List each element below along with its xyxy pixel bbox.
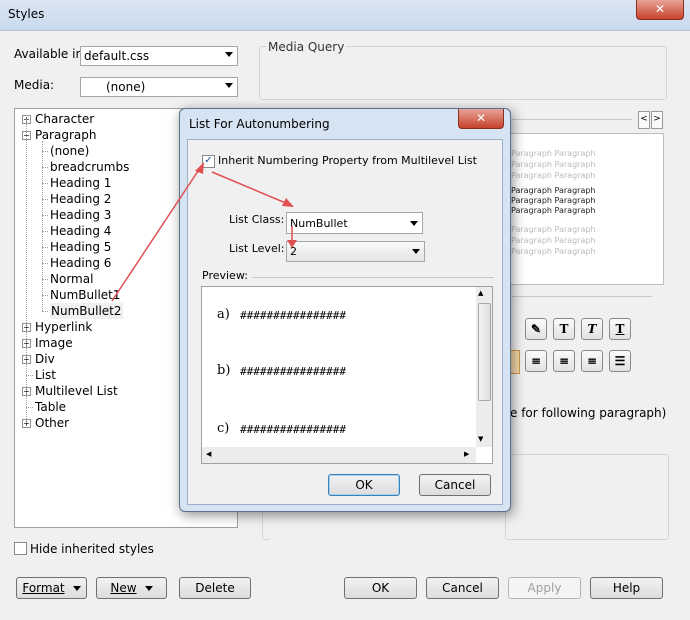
- arrow-head: [282, 198, 294, 207]
- arrow-head: [287, 240, 297, 248]
- arrow-line: [111, 167, 201, 302]
- annotation-arrows: [111, 162, 297, 302]
- arrow-line: [211, 171, 289, 205]
